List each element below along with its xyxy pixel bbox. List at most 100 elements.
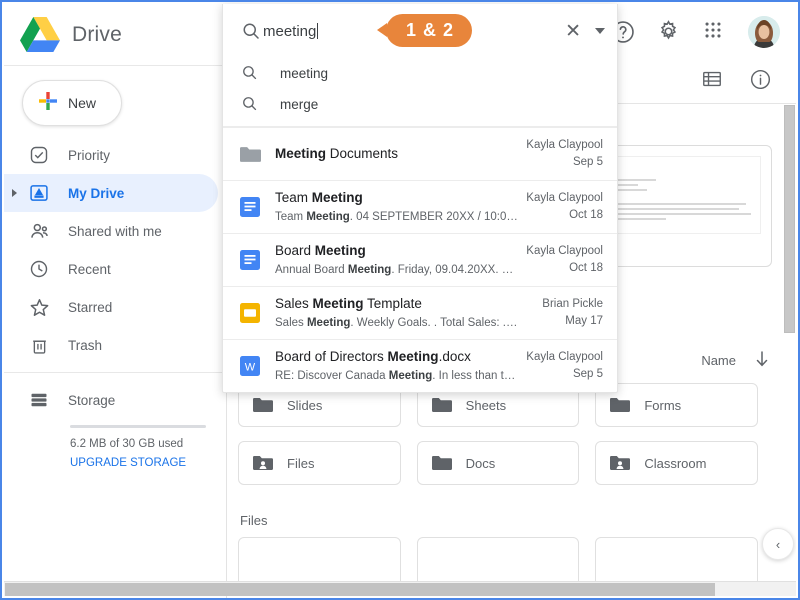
text-cursor: [317, 22, 319, 39]
files-section-label: Files: [240, 513, 268, 528]
search-result-subtitle-pre: Annual Board: [275, 264, 348, 276]
folder-card-docs[interactable]: Docs: [416, 441, 580, 485]
search-result-subtitle-rest: . 04 SEPTEMBER 20XX / 10:0…: [349, 211, 518, 223]
search-result-date: Oct 18: [569, 209, 603, 221]
search-result-subtitle-rest: . In less than t…: [432, 370, 516, 382]
vertical-scrollbar[interactable]: [784, 105, 795, 333]
search-result-subtitle-match: Meeting: [306, 317, 351, 329]
search-result-subtitle-match: Meeting: [388, 370, 433, 382]
search-result-date: Oct 18: [569, 262, 603, 274]
search-result-title-match: Meeting: [311, 190, 363, 205]
folder-card-label: Files: [287, 455, 315, 471]
google-slides-icon: [239, 302, 261, 324]
search-result-owner: Kayla Claypool: [526, 139, 603, 151]
search-result-title-rest: .docx: [438, 349, 471, 364]
search-input-value: meeting: [263, 22, 317, 40]
search-suggestion-meeting[interactable]: meeting: [223, 58, 617, 89]
apps-grid-icon[interactable]: [702, 19, 728, 45]
search-result-subtitle: Annual Board Meeting. Friday, 09.04.20XX…: [275, 264, 513, 276]
search-result-title-match: Meeting: [387, 349, 439, 364]
search-result-row[interactable]: Board Meeting Annual Board Meeting. Frid…: [223, 233, 617, 286]
search-result-subtitle: Sales Meeting. Weekly Goals. . Total Sal…: [275, 317, 517, 329]
file-card[interactable]: [416, 537, 580, 582]
search-result-subtitle-pre: Sales: [275, 317, 307, 329]
search-result-title-rest: Template: [363, 296, 422, 311]
horizontal-scrollbar-thumb[interactable]: [5, 583, 715, 596]
new-button[interactable]: New: [22, 80, 122, 126]
sort-control[interactable]: Name: [701, 350, 770, 371]
storage-progress-bar: [70, 425, 206, 428]
search-result-meta: Kayla Claypool Oct 18: [526, 190, 603, 224]
storage-icon: [28, 389, 50, 411]
search-result-main: Board Meeting Annual Board Meeting. Frid…: [275, 242, 516, 278]
brand-header: Drive: [4, 4, 226, 66]
settings-gear-icon[interactable]: [656, 19, 682, 45]
sidebar-item-label: Storage: [68, 392, 116, 408]
sidebar-item-shared-with-me[interactable]: Shared with me: [4, 212, 218, 250]
close-icon[interactable]: ✕: [565, 22, 581, 41]
search-result-date: Sep 5: [572, 368, 603, 380]
sidebar-divider: [4, 372, 226, 373]
search-result-row[interactable]: W Board of Directors Meeting.docx RE: Di…: [223, 339, 617, 392]
search-result-main: Meeting Documents: [275, 145, 516, 163]
search-result-row[interactable]: Sales Meeting Template Sales Meeting. We…: [223, 286, 617, 339]
chevron-down-icon[interactable]: [595, 28, 605, 34]
expand-caret-icon[interactable]: [12, 189, 17, 197]
folder-card-label: Slides: [287, 397, 323, 413]
trash-icon: [28, 334, 50, 356]
folder-card-forms[interactable]: Forms: [595, 383, 759, 427]
search-result-subtitle-rest: . Weekly Goals. . Total Sales: .…: [350, 317, 518, 329]
folder-icon: [431, 397, 452, 413]
search-icon: [241, 21, 261, 46]
search-result-title-match: Meeting: [275, 146, 327, 161]
search-icon: [241, 95, 258, 115]
brand-name: Drive: [72, 22, 123, 46]
google-drive-logo: [20, 17, 61, 52]
search-result-subtitle-rest: . Friday, 09.04.20XX. …: [391, 264, 514, 276]
search-field[interactable]: meeting 1 & 2 ✕: [223, 4, 617, 58]
search-result-owner: Kayla Claypool: [526, 351, 603, 363]
sidebar-item-label: Shared with me: [68, 223, 162, 239]
file-card[interactable]: [238, 537, 401, 582]
sidebar-item-my-drive[interactable]: My Drive: [4, 174, 218, 212]
collapse-panel-button[interactable]: ‹: [762, 528, 794, 560]
folder-card-classroom[interactable]: Classroom: [595, 441, 759, 485]
folder-card-files[interactable]: Files: [238, 441, 401, 485]
search-input[interactable]: meeting: [263, 22, 319, 40]
avatar[interactable]: [748, 16, 780, 48]
search-result-owner: Kayla Claypool: [526, 245, 603, 257]
folder-card-label: Forms: [644, 397, 682, 413]
search-result-date: Sep 5: [572, 156, 603, 168]
sidebar-item-trash[interactable]: Trash: [4, 326, 218, 364]
details-info-icon[interactable]: [749, 68, 772, 96]
file-card[interactable]: [595, 537, 759, 582]
sidebar-item-storage[interactable]: Storage: [4, 381, 218, 419]
folder-icon: [431, 455, 452, 471]
upgrade-storage-link[interactable]: UPGRADE STORAGE: [70, 457, 226, 469]
search-result-row[interactable]: Team Meeting Team Meeting. 04 SEPTEMBER …: [223, 180, 617, 233]
sidebar-item-starred[interactable]: Starred: [4, 288, 218, 326]
search-suggestion-merge[interactable]: merge: [223, 89, 617, 120]
arrow-down-icon[interactable]: [754, 350, 770, 371]
sidebar-item-recent[interactable]: Recent: [4, 250, 218, 288]
sidebar-item-priority[interactable]: Priority: [4, 136, 218, 174]
suggestion-label: meeting: [280, 66, 329, 81]
horizontal-scrollbar-track[interactable]: [4, 581, 796, 596]
search-icon: [241, 64, 258, 84]
word-doc-icon: W: [239, 355, 261, 377]
search-result-title: Board of Directors Meeting.docx: [275, 349, 471, 364]
sidebar-nav: Priority My Drive Shared with me Recent …: [4, 136, 226, 469]
shared-folder-icon: [610, 455, 631, 471]
shared-folder-icon: [253, 455, 273, 471]
list-view-icon[interactable]: [701, 68, 723, 95]
my-drive-icon: [28, 182, 50, 204]
search-result-title-match: Meeting: [312, 296, 364, 311]
sort-label: Name: [701, 353, 736, 368]
search-result-title: Meeting Documents: [275, 146, 398, 161]
google-docs-icon: [239, 249, 261, 271]
search-result-title-pre: Board: [275, 243, 315, 258]
search-result-title-pre: Team: [275, 190, 312, 205]
google-docs-icon: [239, 196, 261, 218]
search-result-row[interactable]: Meeting Documents Kayla Claypool Sep 5: [223, 127, 617, 180]
check-circle-icon: [28, 144, 50, 166]
